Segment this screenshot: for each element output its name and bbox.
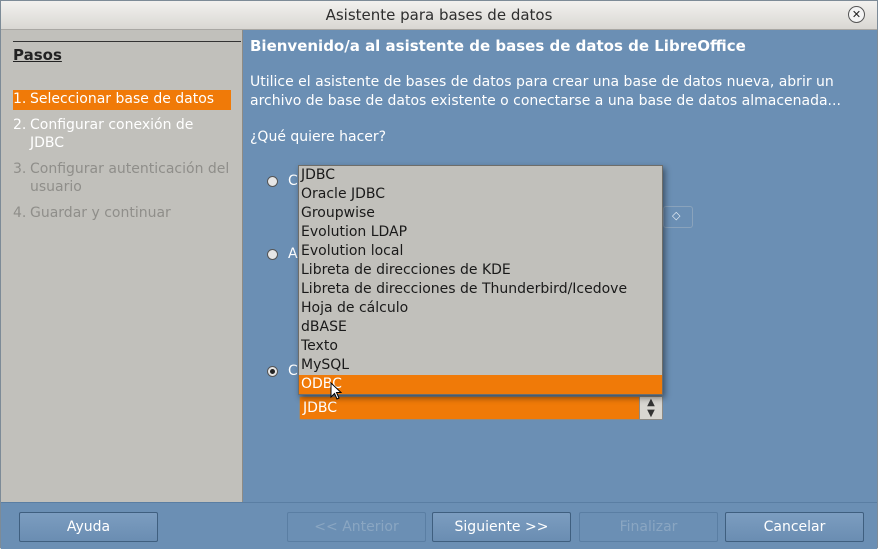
dropdown-option[interactable]: MySQL	[299, 356, 662, 375]
next-button[interactable]: Siguiente >>	[432, 512, 571, 542]
radio-label: A	[288, 246, 298, 262]
radio-label: C	[288, 173, 298, 189]
step-select-database[interactable]: 1. Seleccionar base de datos	[13, 90, 231, 110]
intro-line: Utilice el asistente de bases de datos p…	[250, 74, 834, 90]
dropdown-option[interactable]: Texto	[299, 337, 662, 356]
finish-button: Finalizar	[579, 512, 718, 542]
step-number: 4.	[13, 205, 27, 221]
dropdown-option[interactable]: Libreta de direcciones de Thunderbird/Ic…	[299, 280, 662, 299]
dropdown-option[interactable]: Evolution LDAP	[299, 223, 662, 242]
dropdown-option-selected[interactable]: ODBC	[299, 375, 662, 394]
steps-divider	[13, 41, 241, 42]
window-title: Asistente para bases de datos	[325, 6, 553, 24]
dropdown-option[interactable]: Hoja de cálculo	[299, 299, 662, 318]
radio-connect-existing[interactable]	[267, 366, 278, 377]
chevron-updown-icon[interactable]: ▲ ▼	[639, 397, 662, 419]
database-type-dropdown[interactable]: JDBC Oracle JDBC Groupwise Evolution LDA…	[298, 165, 663, 395]
dropdown-option[interactable]: JDBC	[299, 166, 662, 185]
step-number: 3.	[13, 161, 27, 177]
radio-open-existing[interactable]	[267, 249, 278, 260]
dropdown-option[interactable]: Groupwise	[299, 204, 662, 223]
dropdown-option[interactable]: Oracle JDBC	[299, 185, 662, 204]
step-configure-jdbc[interactable]: 2. Configurar conexión de JDBC	[13, 116, 231, 152]
radio-label: C	[288, 363, 298, 379]
help-button[interactable]: Ayuda	[19, 512, 158, 542]
dropdown-option[interactable]: Libreta de direcciones de KDE	[299, 261, 662, 280]
page-heading: Bienvenido/a al asistente de bases de da…	[250, 37, 746, 55]
step-label: Configurar conexión de JDBC	[30, 117, 194, 151]
database-wizard-window: Asistente para bases de datos ✕ Pasos 1.…	[0, 0, 878, 549]
step-label: Guardar y continuar	[30, 205, 171, 221]
dropdown-option[interactable]: dBASE	[299, 318, 662, 337]
step-label: Configurar autenticación del usuario	[30, 161, 230, 195]
step-label: Seleccionar base de datos	[30, 91, 215, 107]
combo-value: JDBC	[303, 400, 338, 416]
button-bar: Ayuda << Anterior Siguiente >> Finalizar…	[1, 502, 877, 549]
database-type-combo[interactable]: JDBC ▲ ▼	[299, 396, 663, 420]
intro-text: Utilice el asistente de bases de datos p…	[250, 73, 875, 111]
step-save-continue: 4. Guardar y continuar	[13, 204, 231, 222]
close-icon[interactable]: ✕	[848, 6, 865, 23]
mouse-cursor-icon	[330, 382, 342, 400]
spin-icon: ◇	[672, 209, 681, 222]
steps-title: Pasos	[13, 46, 62, 64]
step-number: 2.	[13, 117, 27, 133]
intro-line: archivo de base de datos existente o con…	[250, 93, 841, 109]
question-label: ¿Qué quiere hacer?	[250, 129, 387, 145]
steps-panel: Pasos 1. Seleccionar base de datos 2. Co…	[1, 30, 243, 502]
step-configure-auth: 3. Configurar autenticación del usuario	[13, 160, 231, 196]
back-button: << Anterior	[287, 512, 426, 542]
dropdown-option[interactable]: Evolution local	[299, 242, 662, 261]
step-number: 1.	[13, 91, 27, 107]
title-bar[interactable]: Asistente para bases de datos ✕	[1, 1, 877, 30]
radio-create-new[interactable]	[267, 176, 278, 187]
cancel-button[interactable]: Cancelar	[725, 512, 864, 542]
